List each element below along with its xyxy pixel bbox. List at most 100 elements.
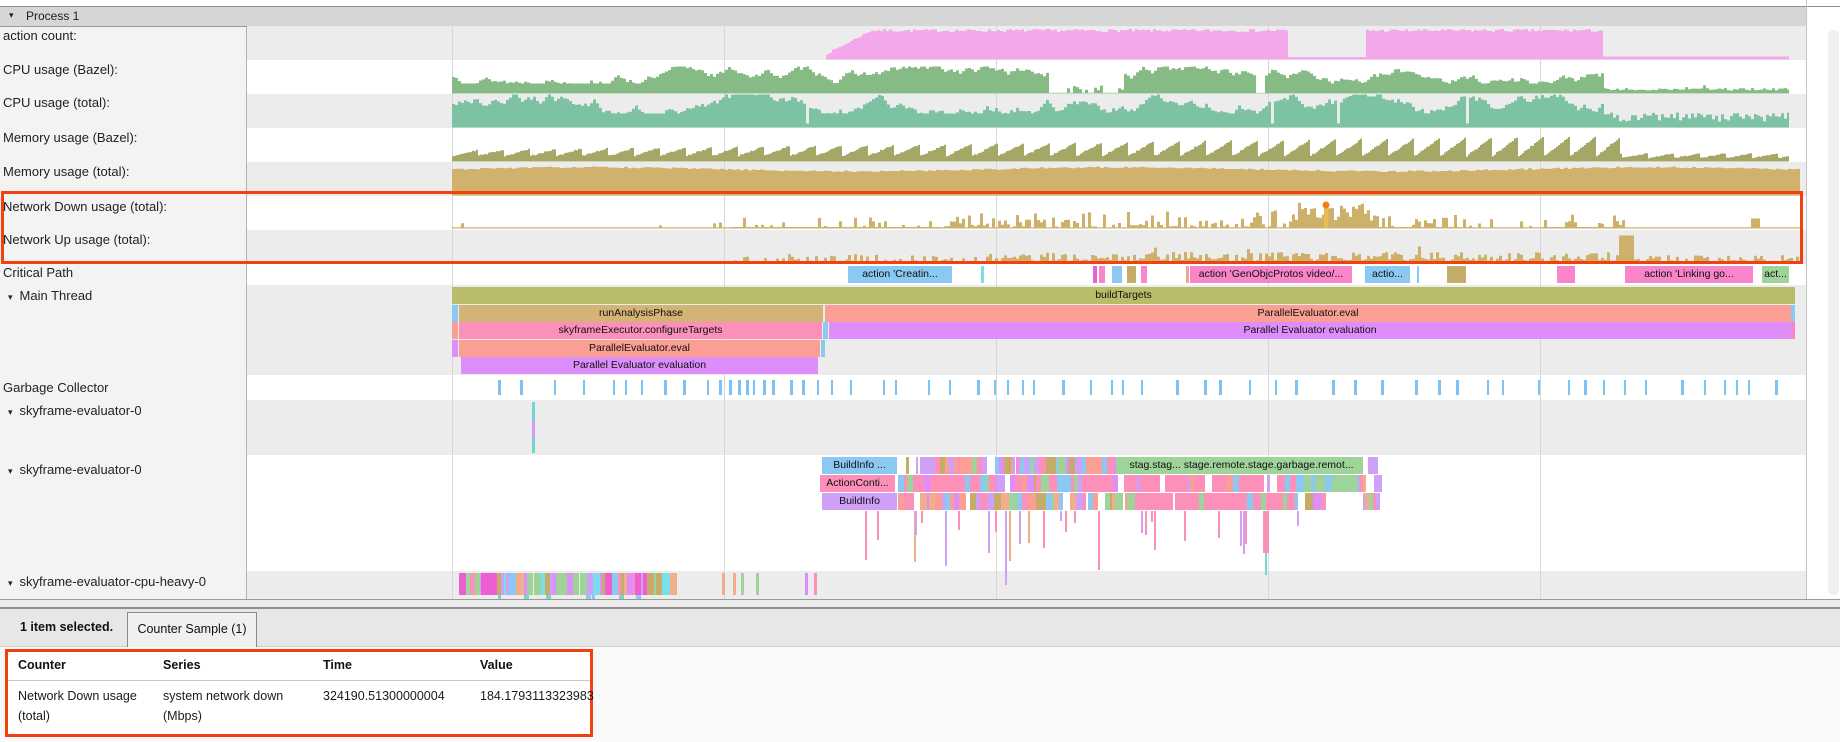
critical-path-slice[interactable]: actio... xyxy=(1365,266,1410,283)
cpu-heavy-slice[interactable] xyxy=(670,573,677,595)
skyframe-slice[interactable] xyxy=(1368,457,1375,474)
gc-slice[interactable] xyxy=(625,380,628,395)
main-thread-slice[interactable]: runAnalysisPhase xyxy=(459,305,823,322)
main-thread-slice[interactable]: ParallelEvaluator.eval xyxy=(459,340,820,357)
skyframe-slice[interactable] xyxy=(1176,475,1184,492)
main-thread-slice[interactable]: Parallel Evaluator evaluation xyxy=(461,357,818,374)
skyframe-slice[interactable] xyxy=(908,493,914,510)
sidebar-item-1[interactable]: CPU usage (Bazel): xyxy=(3,62,118,77)
gc-slice[interactable] xyxy=(664,380,667,395)
cpu-heavy-slice[interactable] xyxy=(573,573,580,595)
critical-path-slice[interactable]: action 'Creatin... xyxy=(848,266,952,283)
gc-slice[interactable] xyxy=(498,380,501,395)
gc-slice[interactable] xyxy=(1332,380,1335,395)
critical-path-slice[interactable] xyxy=(1186,266,1189,283)
gc-slice[interactable] xyxy=(1645,380,1648,395)
cpu-heavy-slice[interactable] xyxy=(556,573,563,595)
skyframe-slice[interactable] xyxy=(1321,493,1327,510)
skyframe-drip[interactable] xyxy=(1019,511,1021,544)
skyframe-slice[interactable] xyxy=(1226,475,1233,492)
gc-slice[interactable] xyxy=(1111,380,1114,395)
skyframe-drip[interactable] xyxy=(921,511,923,523)
skyframe-slice[interactable] xyxy=(1295,493,1298,510)
main-thread-slice[interactable] xyxy=(823,322,828,339)
skyframe-drip[interactable] xyxy=(1005,511,1007,585)
expander-icon[interactable]: ▾ xyxy=(8,578,13,588)
gc-slice[interactable] xyxy=(613,380,616,395)
skyframe-drip[interactable] xyxy=(1074,511,1076,523)
gc-slice[interactable] xyxy=(1249,380,1252,395)
critical-path-slice[interactable] xyxy=(1127,266,1136,283)
gc-slice[interactable] xyxy=(1748,380,1751,395)
critical-path-slice[interactable] xyxy=(1112,266,1122,283)
gc-slice[interactable] xyxy=(520,380,523,395)
skyframe-slice[interactable] xyxy=(1313,493,1321,510)
expander-icon[interactable]: ▾ xyxy=(8,292,13,302)
skyframe-drip[interactable] xyxy=(988,511,990,553)
skyframe-slice[interactable]: ActionConti... xyxy=(820,475,895,492)
gc-slice[interactable] xyxy=(1141,380,1144,395)
gc-slice[interactable] xyxy=(949,380,952,395)
sidebar-item-11[interactable]: ▾skyframe-evaluator-0 xyxy=(8,462,142,477)
critical-path-slice[interactable] xyxy=(1141,266,1147,283)
sidebar-item-4[interactable]: Memory usage (total): xyxy=(3,164,129,179)
skyframe-slice[interactable] xyxy=(1090,475,1097,492)
gc-slice[interactable] xyxy=(1568,380,1571,395)
skyframe-drip[interactable] xyxy=(915,511,917,535)
skyframe-slice[interactable] xyxy=(982,457,987,474)
gc-slice[interactable] xyxy=(729,380,732,395)
skyframe-slice[interactable] xyxy=(1097,475,1104,492)
sidebar-item-0[interactable]: action count: xyxy=(3,28,77,43)
cpu-heavy-slice[interactable] xyxy=(580,573,588,595)
skyframe-drip[interactable] xyxy=(1154,511,1156,550)
skyframe-drip[interactable] xyxy=(1265,553,1268,575)
skyframe-drip[interactable] xyxy=(1065,511,1067,532)
skyframe-slice[interactable] xyxy=(1267,475,1271,492)
skyframe-drip[interactable] xyxy=(1060,511,1062,521)
cpu-heavy-slice[interactable] xyxy=(509,573,516,595)
skyframe-drip[interactable] xyxy=(1145,511,1147,535)
cpu-heavy-slice[interactable] xyxy=(481,573,497,595)
gc-slice[interactable] xyxy=(895,380,898,395)
critical-path-slice[interactable] xyxy=(1557,266,1575,283)
critical-path-slice[interactable] xyxy=(1099,266,1105,283)
sidebar-item-2[interactable]: CPU usage (total): xyxy=(3,95,110,110)
skyframe-slice[interactable]: BuildInfo ... xyxy=(822,457,897,474)
skyframe-slice[interactable] xyxy=(1375,457,1378,474)
gc-slice[interactable] xyxy=(1724,380,1727,395)
skyframe-slice[interactable] xyxy=(1191,493,1199,510)
skyframe-drip[interactable] xyxy=(1245,511,1247,544)
gc-slice[interactable] xyxy=(707,380,710,395)
cpu-heavy-slice[interactable] xyxy=(733,573,736,595)
skyframe-slice[interactable] xyxy=(1028,493,1036,510)
gc-slice[interactable] xyxy=(928,380,931,395)
skyframe-slice[interactable] xyxy=(1095,457,1103,474)
critical-path-slice[interactable]: act... xyxy=(1762,266,1789,283)
skyframe-slice[interactable] xyxy=(1146,475,1154,492)
critical-path-slice[interactable] xyxy=(1093,266,1097,283)
gc-slice[interactable] xyxy=(1415,380,1418,395)
gc-slice[interactable] xyxy=(1033,380,1036,395)
gc-slice[interactable] xyxy=(994,380,997,395)
main-thread-slice[interactable]: skyframeExecutor.configureTargets xyxy=(459,322,822,339)
main-thread-slice[interactable] xyxy=(1791,322,1795,339)
main-thread-slice[interactable]: Parallel Evaluator evaluation xyxy=(829,322,1791,339)
gc-slice[interactable] xyxy=(831,380,834,395)
gc-slice[interactable] xyxy=(1624,380,1627,395)
skyframe-slice[interactable] xyxy=(1344,475,1352,492)
gc-slice[interactable] xyxy=(1584,380,1587,395)
skyframe-slice[interactable] xyxy=(1296,475,1304,492)
skyframe-slice[interactable] xyxy=(920,493,927,510)
gc-slice[interactable] xyxy=(1295,380,1298,395)
skyframe-slice[interactable] xyxy=(1257,475,1265,492)
cpu-heavy-slice[interactable] xyxy=(605,573,612,595)
cpu-heavy-slice[interactable] xyxy=(647,573,654,595)
skyframe-slice[interactable] xyxy=(1107,475,1114,492)
gc-slice[interactable] xyxy=(738,380,741,395)
skyframe-slice[interactable] xyxy=(1165,493,1173,510)
panel-divider[interactable] xyxy=(0,599,1840,609)
skyframe-slice[interactable] xyxy=(1093,493,1098,510)
skyframe-drip[interactable] xyxy=(1141,511,1143,533)
gc-slice[interactable] xyxy=(1204,380,1207,395)
skyframe-slice[interactable] xyxy=(906,457,909,474)
